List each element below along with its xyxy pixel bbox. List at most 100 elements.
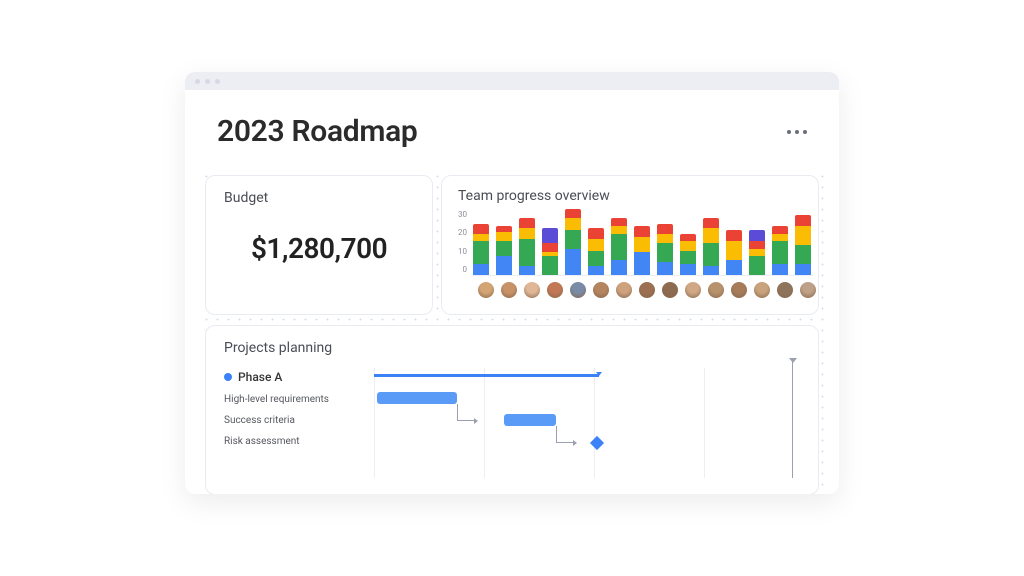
task-label: High-level requirements [224, 394, 374, 405]
bar-segment [611, 218, 627, 226]
more-options-button[interactable] [787, 130, 807, 134]
bar-segment [726, 241, 742, 260]
bar-segment [588, 266, 604, 275]
team-member-avatar[interactable] [616, 282, 632, 298]
bar-segment [519, 228, 535, 239]
dots-icon [803, 130, 807, 134]
team-member-avatar[interactable] [570, 282, 586, 298]
bar-segment [772, 241, 788, 264]
bar-segment [473, 234, 489, 242]
planning-label: Projects planning [224, 340, 800, 356]
dashboard-window: 2023 Roadmap Budget $1,280,700 Team prog… [185, 72, 839, 494]
page-header: 2023 Roadmap [185, 90, 839, 167]
budget-card[interactable]: Budget $1,280,700 [205, 175, 433, 315]
team-member-avatar[interactable] [731, 282, 747, 298]
team-member-avatar[interactable] [777, 282, 793, 298]
team-member-avatar[interactable] [639, 282, 655, 298]
bar-segment [772, 226, 788, 234]
bar-segment [542, 228, 558, 243]
stacked-bar [634, 226, 650, 275]
stacked-bar [795, 215, 811, 275]
team-member-avatar[interactable] [478, 282, 494, 298]
dots-icon [795, 130, 799, 134]
stacked-bar [772, 226, 788, 275]
stacked-bar [611, 218, 627, 275]
stacked-bar [519, 218, 535, 275]
bar-segment [542, 256, 558, 275]
team-member-avatar[interactable] [685, 282, 701, 298]
bar-segment [726, 230, 742, 241]
stacked-bar [703, 218, 719, 275]
phase-label: Phase A [238, 370, 282, 384]
bar-segment [611, 234, 627, 260]
bar-segment [680, 241, 696, 250]
bar-segment [519, 239, 535, 265]
bar-segment [749, 249, 765, 257]
bar-segment [565, 230, 581, 249]
task-label: Risk assessment [224, 436, 374, 447]
team-member-avatar[interactable] [662, 282, 678, 298]
bar-segment [726, 260, 742, 275]
stacked-bar [657, 224, 673, 275]
y-tick: 30 [458, 210, 467, 219]
team-member-avatar[interactable] [501, 282, 517, 298]
bar-segment [680, 251, 696, 264]
bar-segment [703, 218, 719, 227]
stacked-bar [749, 230, 765, 275]
milestone-risk-assessment[interactable] [590, 436, 604, 450]
team-member-avatar[interactable] [800, 282, 816, 298]
stacked-bar [680, 234, 696, 275]
bar-segment [703, 243, 719, 266]
bar-segment [703, 266, 719, 275]
team-member-avatar[interactable] [754, 282, 770, 298]
team-member-avatar[interactable] [524, 282, 540, 298]
bar-segment [795, 226, 811, 245]
task-bar-success-criteria[interactable] [504, 414, 556, 426]
bar-segment [657, 234, 673, 243]
task-bar-requirements[interactable] [377, 392, 457, 404]
traffic-light-dot [205, 79, 210, 84]
gantt-chart: Phase A High-level requirements Success … [224, 368, 800, 478]
bar-segment [657, 262, 673, 275]
bar-segment [565, 218, 581, 229]
team-member-avatar[interactable] [547, 282, 563, 298]
gantt-task-list: Phase A High-level requirements Success … [224, 368, 374, 478]
traffic-light-dot [215, 79, 220, 84]
team-member-avatar[interactable] [593, 282, 609, 298]
bar-segment [542, 243, 558, 252]
gantt-timeline [374, 368, 800, 478]
y-tick: 0 [458, 265, 467, 274]
projects-planning-card[interactable]: Projects planning Phase A High-level req… [205, 325, 819, 494]
stacked-bar-chart: 3020100 [458, 210, 802, 276]
bar-segment [749, 241, 765, 249]
bar-segment [634, 226, 650, 237]
y-tick: 20 [458, 228, 467, 237]
stacked-bar [473, 224, 489, 275]
bar-segment [634, 237, 650, 252]
stacked-bar [565, 209, 581, 275]
bar-segment [473, 224, 489, 233]
bar-segment [588, 251, 604, 266]
team-member-avatar[interactable] [708, 282, 724, 298]
bar-group [471, 210, 813, 276]
y-axis-ticks: 3020100 [458, 210, 471, 276]
bar-segment [703, 228, 719, 243]
bar-segment [473, 241, 489, 264]
bar-segment [749, 230, 765, 241]
bar-segment [473, 264, 489, 275]
bar-segment [611, 260, 627, 275]
stacked-bar [496, 226, 512, 275]
bar-segment [496, 232, 512, 241]
bar-segment [588, 228, 604, 239]
team-progress-label: Team progress overview [458, 188, 802, 204]
team-progress-card[interactable]: Team progress overview 3020100 [441, 175, 819, 315]
phase-row: Phase A [224, 370, 374, 384]
bar-segment [795, 264, 811, 275]
bar-segment [680, 234, 696, 242]
traffic-light-dot [195, 79, 200, 84]
stacked-bar [588, 228, 604, 275]
bar-segment [634, 252, 650, 275]
bar-segment [496, 241, 512, 256]
bar-segment [795, 245, 811, 264]
task-label: Success criteria [224, 415, 374, 426]
